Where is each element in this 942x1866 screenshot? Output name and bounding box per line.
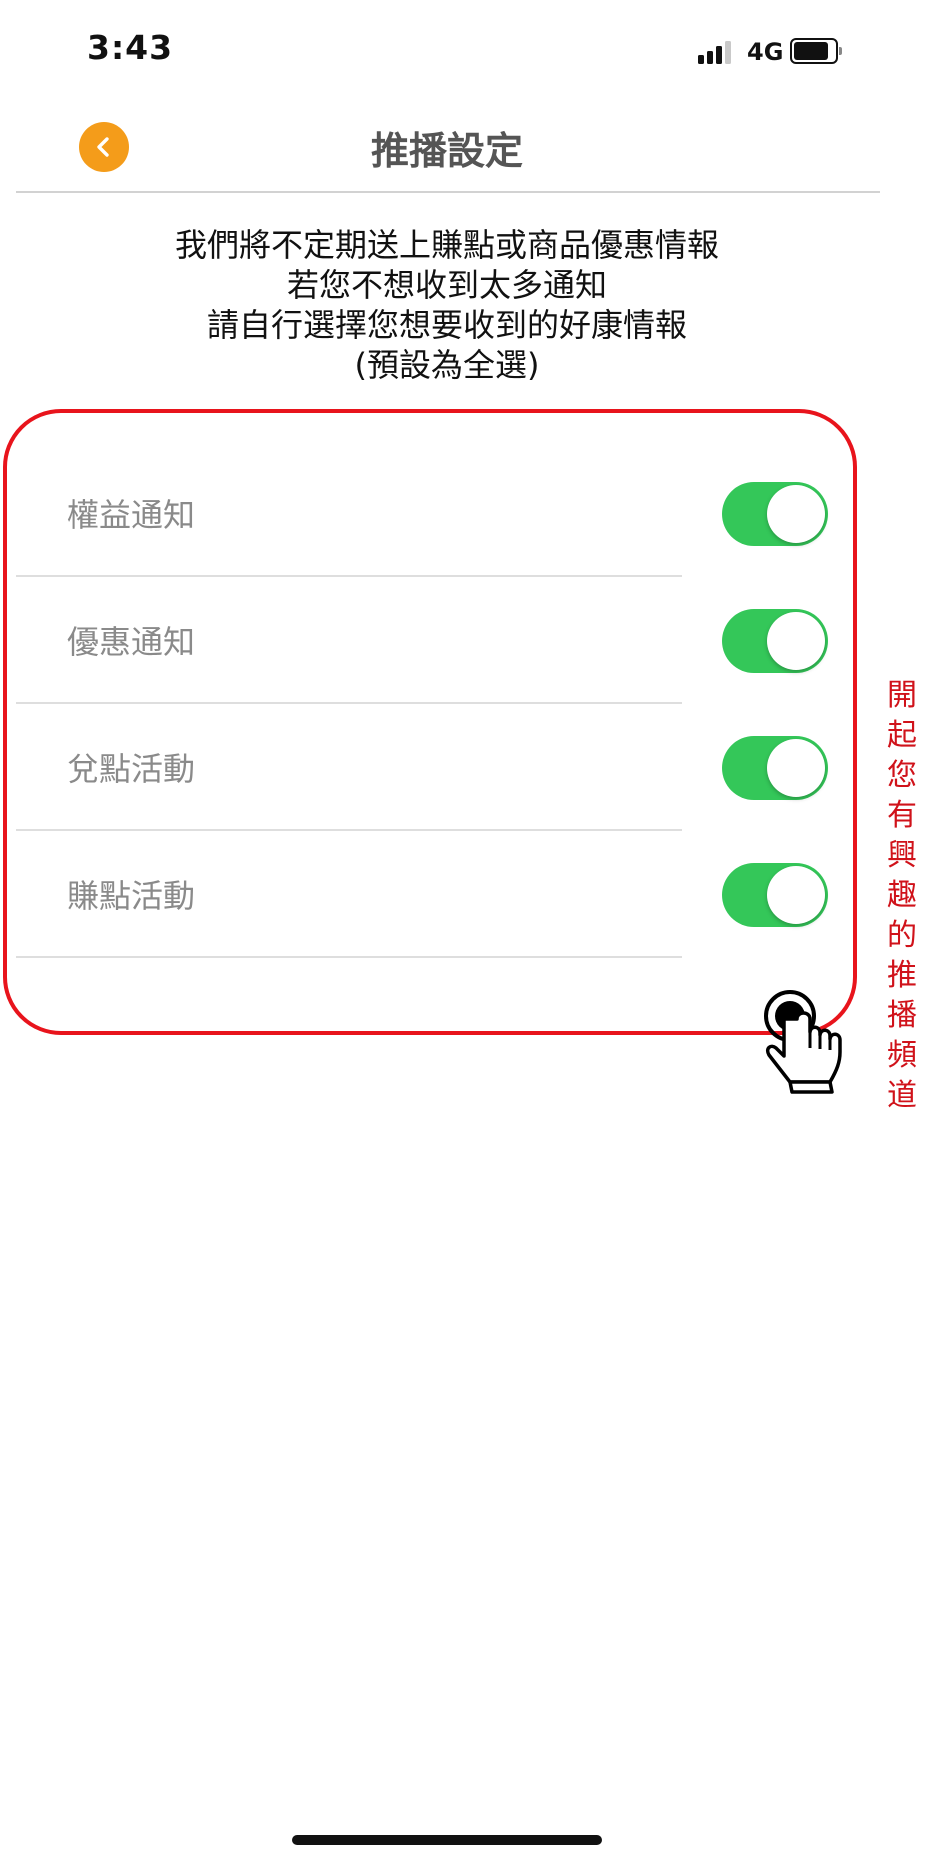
setting-row-offers: 優惠通知 <box>16 577 836 704</box>
rights-notification-toggle[interactable] <box>722 482 828 546</box>
setting-row-rights: 權益通知 <box>16 450 836 577</box>
offers-notification-toggle[interactable] <box>722 609 828 673</box>
setting-label: 權益通知 <box>67 496 196 534</box>
setting-label: 兌點活動 <box>67 750 196 788</box>
earn-activity-toggle[interactable] <box>722 863 828 927</box>
toggle-knob <box>767 866 825 924</box>
home-indicator[interactable] <box>292 1835 602 1845</box>
setting-label: 優惠通知 <box>67 623 196 661</box>
intro-text: 我們將不定期送上賺點或商品優惠情報 若您不想收到太多通知 請自行選擇您想要收到的… <box>0 225 894 385</box>
redeem-activity-toggle[interactable] <box>722 736 828 800</box>
row-divider <box>16 956 682 958</box>
intro-line: 請自行選擇您想要收到的好康情報 <box>206 306 687 344</box>
setting-label: 賺點活動 <box>67 877 196 915</box>
hand-pointer-icon <box>764 990 842 1094</box>
intro-line: 我們將不定期送上賺點或商品優惠情報 <box>174 226 719 264</box>
signal-icon <box>698 40 738 64</box>
intro-line: (預設為全選) <box>354 346 540 384</box>
page-title: 推播設定 <box>370 129 523 173</box>
battery-icon <box>790 38 842 64</box>
annotation-text: 開起您有興趣的推播頻道 <box>887 678 917 1113</box>
setting-row-earn: 賺點活動 <box>16 831 836 958</box>
toggle-knob <box>767 739 825 797</box>
status-time: 3:43 <box>87 28 174 67</box>
network-type: 4G <box>747 38 784 66</box>
header-divider <box>16 191 880 193</box>
intro-line: 若您不想收到太多通知 <box>286 266 607 304</box>
toggle-knob <box>767 485 825 543</box>
toggle-knob <box>767 612 825 670</box>
setting-row-redeem: 兌點活動 <box>16 704 836 831</box>
